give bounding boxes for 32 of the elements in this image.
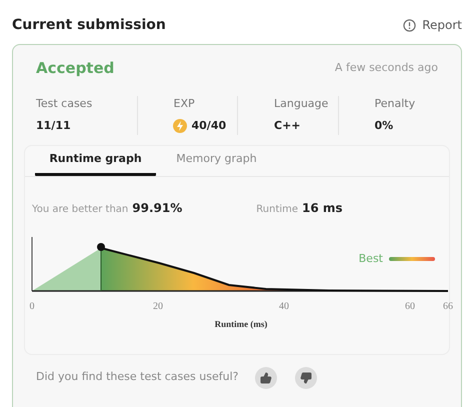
stat-value: 0% [374,118,394,134]
legend-label: Best [358,250,383,266]
better-than-value: 99.91% [132,200,182,216]
thumbs-down-button[interactable] [294,366,316,388]
thumbs-up-button[interactable] [254,366,276,388]
stat-label: Penalty [374,96,416,112]
thumbs-up-icon [260,372,272,384]
submission-time: A few seconds ago [334,60,438,76]
info-icon [403,18,416,32]
stat-value: C++ [273,118,302,134]
stat-label: Test cases [36,96,94,112]
x-tick-label: 60 [405,300,415,314]
graph-tab[interactable]: Runtime graph [35,146,156,176]
stat-value: 40/40 [192,118,226,134]
x-tick-label: 40 [279,300,289,314]
lightning-icon [172,119,186,134]
x-tick-label: 20 [153,300,163,314]
stat-label: EXP [172,96,196,112]
x-tick-label: 66 [443,300,453,314]
better-than-label: You are better than [32,202,128,216]
feedback-question: Did you find these test cases useful? [36,369,238,386]
stat-label: Language [273,96,330,112]
legend-gradient-bar [389,256,435,261]
stat-value: 11/11 [36,118,72,134]
report-button[interactable]: Report [403,16,462,34]
x-tick-label: 0 [30,300,34,314]
status-text: Accepted [36,58,114,79]
thumbs-down-icon [300,372,312,384]
runtime-value: 16 ms [302,200,343,216]
x-axis-label: Runtime (ms) [214,318,268,331]
panel-title: Current submission [12,16,166,34]
runtime-label: Runtime [256,202,298,216]
